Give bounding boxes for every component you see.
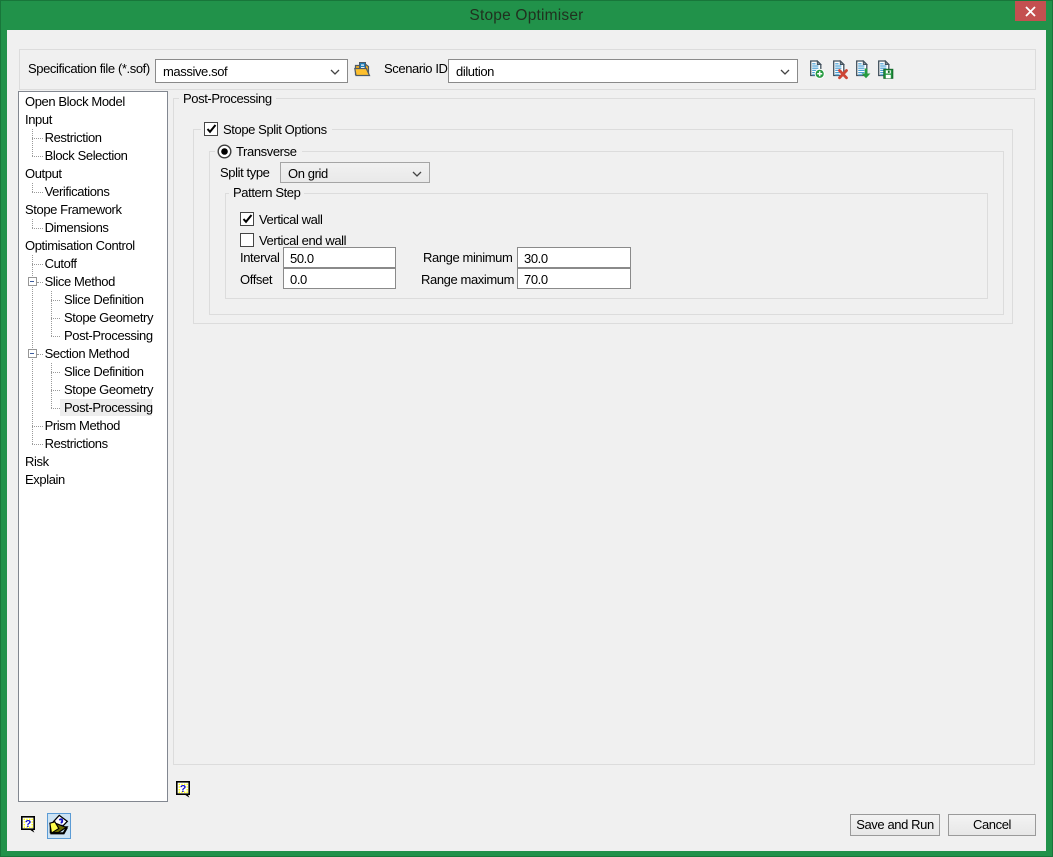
svg-text:?: ? [180,783,186,795]
svg-text:?: ? [25,818,31,830]
